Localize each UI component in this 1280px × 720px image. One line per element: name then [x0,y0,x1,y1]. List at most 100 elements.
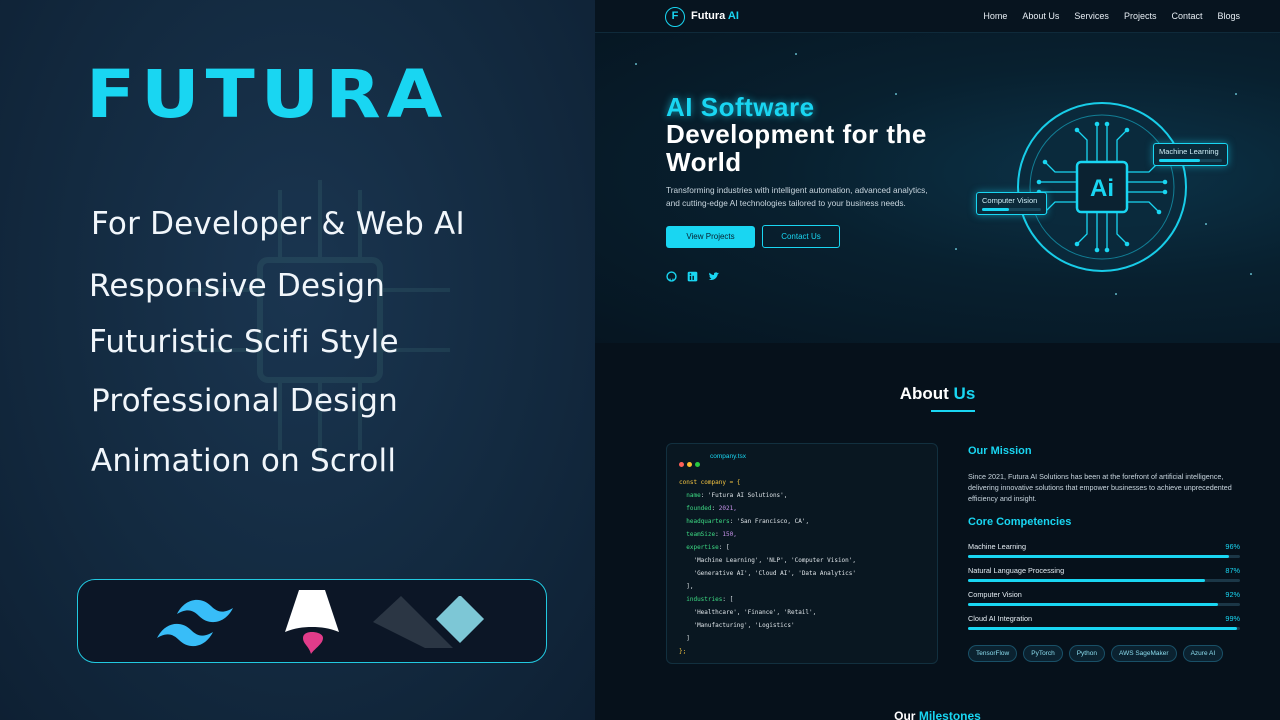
feature-responsive: Responsive Design [89,268,386,304]
logo-text[interactable]: Futura AI [691,10,739,22]
code-value: [ [725,544,730,551]
code-value: ], [686,583,694,590]
feature-developer: For Developer & Web AI [91,206,465,242]
code-key: industries [686,596,723,603]
skill-nlp: Natural Language Processing 87% [968,566,1240,582]
skill-track [968,627,1240,630]
skill-label: Machine Learning [968,542,1027,551]
maximize-dot-icon [695,462,700,467]
skill-track [968,555,1240,558]
skill-fill [968,627,1238,630]
skill-cloud-ai: Cloud AI Integration 99% [968,614,1240,630]
chip-pytorch[interactable]: PyTorch [1023,645,1063,662]
chip-python[interactable]: Python [1068,645,1105,662]
chip-tensorflow[interactable]: TensorFlow [968,645,1018,662]
milestones-title: Our Milestones [595,709,1280,720]
logo-suffix: AI [727,10,739,22]
mission-text: Since 2021, Futura AI Solutions has been… [968,472,1232,503]
github-icon[interactable] [666,271,677,282]
nav-home[interactable]: Home [983,11,1007,21]
code-key: name [686,492,701,499]
linkedin-icon[interactable] [687,271,698,282]
hero-title: Development for the World [666,119,927,177]
nav-about[interactable]: About Us [1022,11,1059,21]
promo-panel: FUTURA For Developer & Web AI Responsive… [0,0,595,720]
skill-computer-vision: Computer Vision 92% [968,590,1240,606]
ai-chip-illustration: Ai [1017,102,1187,272]
code-line: }; [679,648,687,655]
feature-professional: Professional Design [91,383,398,419]
site-preview: F Futura AI Home About Us Services Proje… [595,0,1280,720]
nav-links: Home About Us Services Projects Contact … [983,11,1240,21]
code-key: founded [686,505,712,512]
skill-machine-learning: Machine Learning 96% [968,542,1240,558]
nav-services[interactable]: Services [1074,11,1109,21]
code-value: 'Manufacturing', 'Logistics' [693,622,795,629]
shadcn-icon [373,596,485,648]
skill-label: Computer Vision [968,590,1022,599]
skill-fill [968,603,1219,606]
skill-label: Natural Language Processing [968,566,1065,575]
skill-percent: 87% [1225,566,1240,575]
logo-mark[interactable]: F [665,7,685,27]
code-value: 'Machine Learning', 'NLP', 'Computer Vis… [693,557,857,564]
code-filename: company.tsx [710,453,747,460]
chip-sagemaker[interactable]: AWS SageMaker [1110,645,1177,662]
tailwind-icon [157,599,233,647]
nav-blogs[interactable]: Blogs [1217,11,1240,21]
close-dot-icon [679,462,684,467]
code-value: 'San Francisco, CA', [736,518,810,525]
code-value: 'Generative AI', 'Cloud AI', 'Data Analy… [693,570,857,577]
skill-percent: 96% [1225,542,1240,551]
code-value: [ [729,596,734,603]
milestones-title-main: Our [894,709,916,720]
skill-percent: 99% [1225,614,1240,623]
about-title: About Us [595,384,1280,404]
about-underline [931,410,975,412]
nav-contact[interactable]: Contact [1171,11,1202,21]
twitter-icon[interactable] [708,271,720,282]
about-title-main: About [899,384,949,403]
code-key: expertise [686,544,719,551]
view-projects-button[interactable]: View Projects [666,226,755,248]
tag-machine-learning: Machine Learning [1153,143,1228,166]
code-key: headquarters [686,518,730,525]
code-value: ] [686,635,690,642]
chip-azure-ai[interactable]: Azure AI [1182,645,1224,662]
skill-fill [968,579,1205,582]
tag-label: Machine Learning [1159,147,1219,156]
mission-title: Our Mission [968,445,1032,457]
about-title-accent: Us [953,384,976,403]
skill-percent: 92% [1225,590,1240,599]
milestones-title-accent: Milestones [918,709,981,720]
nav-projects[interactable]: Projects [1124,11,1157,21]
feature-scifi: Futuristic Scifi Style [89,324,399,360]
code-value: 150, [722,531,737,538]
code-block: const company = { name: 'Futura AI Solut… [679,479,857,655]
tag-label: Computer Vision [982,196,1038,205]
code-value: 'Healthcare', 'Finance', 'Retail', [693,609,817,616]
astro-icon [285,590,339,654]
tag-bar-fill [1159,159,1200,162]
hero-description: Transforming industries with intelligent… [666,185,928,208]
navbar: F Futura AI Home About Us Services Proje… [595,0,1280,33]
brand-title: FUTURA [86,55,449,133]
tag-computer-vision: Computer Vision [976,192,1047,215]
skill-track [968,603,1240,606]
competencies-title: Core Competencies [968,516,1072,528]
minimize-dot-icon [687,462,692,467]
code-line: const company = { [679,479,741,486]
skill-label: Cloud AI Integration [968,614,1033,623]
tag-bar-fill [982,208,1009,211]
feature-animation: Animation on Scroll [91,443,397,479]
tag-bar [982,208,1041,211]
logo-name: Futura [691,10,726,22]
code-value: 2021, [718,505,737,512]
code-value: 'Futura AI Solutions', [707,492,788,499]
tag-bar [1159,159,1222,162]
contact-us-button[interactable]: Contact Us [762,225,840,248]
skill-fill [968,555,1230,558]
tech-stack-box [77,579,547,663]
chip-label: Ai [1090,175,1114,202]
code-key: teamSize [686,531,716,538]
